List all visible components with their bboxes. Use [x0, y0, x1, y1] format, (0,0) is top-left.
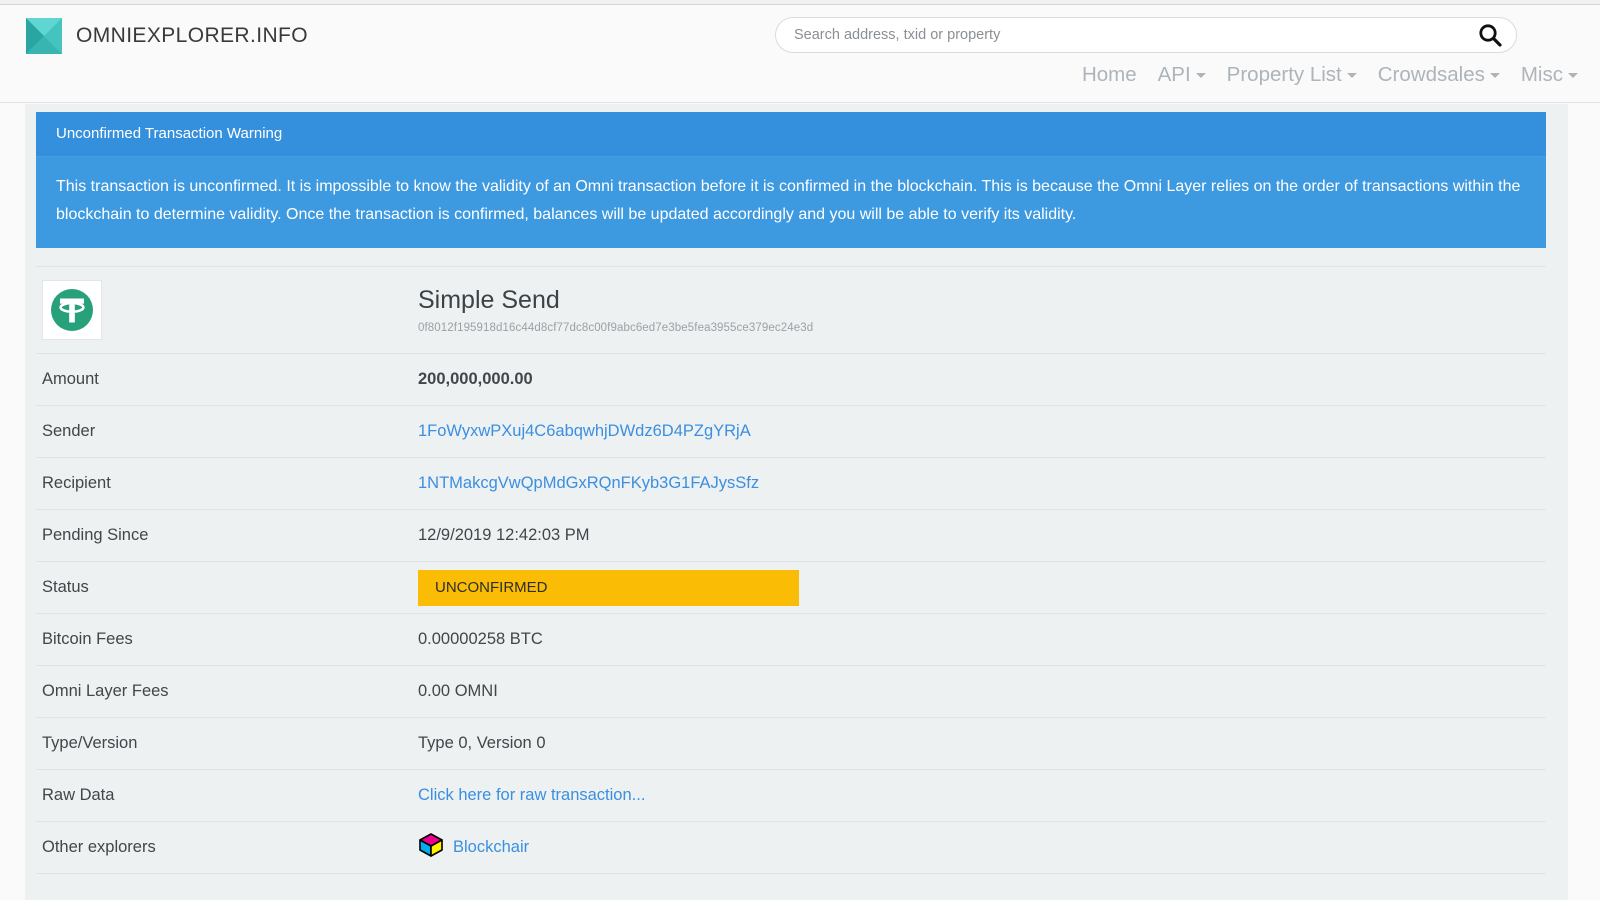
alert-body-text: This transaction is unconfirmed. It is i… [36, 157, 1546, 249]
transaction-header-row: Simple Send 0f8012f195918d16c44d8cf77dc8… [36, 266, 1546, 354]
amount-value: 200,000,000.00 [418, 370, 533, 388]
table-row-omni-layer-fees: Omni Layer Fees 0.00 OMNI [36, 666, 1546, 718]
recipient-address-link[interactable]: 1NTMakcgVwQpMdGxRQnFKyb3G1FAJysSfz [418, 474, 759, 492]
bitcoin-fees-value: 0.00000258 BTC [418, 630, 543, 648]
nav-item-api[interactable]: API [1158, 63, 1206, 87]
transaction-details-card: Simple Send 0f8012f195918d16c44d8cf77dc8… [36, 266, 1546, 874]
nav-label: Property List [1226, 63, 1342, 86]
omni-pyramid-logo-icon [26, 18, 62, 54]
row-label: Type/Version [42, 734, 138, 752]
brand-name: OMNIEXPLORER.INFO [76, 24, 308, 47]
search-icon [1479, 24, 1502, 47]
brand-link[interactable]: OMNIEXPLORER.INFO [26, 18, 308, 54]
row-label: Omni Layer Fees [42, 682, 169, 700]
alert-title: Unconfirmed Transaction Warning [36, 112, 1546, 157]
main-navigation: Home API Property List Crowdsales Misc [1082, 63, 1578, 87]
table-row-other-explorers: Other explorers Blockchair [36, 822, 1546, 874]
chevron-down-icon [1489, 73, 1500, 78]
recipient-value: 1NTMakcgVwQpMdGxRQnFKyb3G1FAJysSfz [418, 474, 1546, 493]
transaction-title-cell: Simple Send 0f8012f195918d16c44d8cf77dc8… [418, 286, 813, 334]
nav-item-misc[interactable]: Misc [1521, 63, 1578, 87]
table-row-raw-data: Raw Data Click here for raw transaction.… [36, 770, 1546, 822]
nav-label: API [1157, 63, 1191, 86]
table-row-pending-since: Pending Since 12/9/2019 12:42:03 PM [36, 510, 1546, 562]
nav-label: Home [1081, 63, 1137, 86]
status-value: UNCONFIRMED [418, 569, 1546, 606]
row-label: Raw Data [42, 786, 115, 804]
search-bar[interactable] [775, 17, 1517, 53]
other-explorers-value: Blockchair [418, 832, 1546, 863]
blockchair-link[interactable]: Blockchair [418, 832, 529, 863]
unconfirmed-transaction-alert: Unconfirmed Transaction Warning This tra… [36, 112, 1546, 249]
nav-item-property-list[interactable]: Property List [1227, 63, 1357, 87]
blockchair-cube-icon [418, 832, 444, 863]
table-row-status: Status UNCONFIRMED [36, 562, 1546, 614]
table-row-recipient: Recipient 1NTMakcgVwQpMdGxRQnFKyb3G1FAJy… [36, 458, 1546, 510]
chevron-down-icon [1195, 73, 1206, 78]
table-row-amount: Amount 200,000,000.00 [36, 354, 1546, 406]
page-title: Simple Send [418, 286, 560, 315]
row-label: Sender [42, 422, 96, 440]
row-label: Amount [42, 370, 99, 388]
pending-since-value: 12/9/2019 12:42:03 PM [418, 526, 590, 544]
sender-address-link[interactable]: 1FoWyxwPXuj4C6abqwhjDWdz6D4PZgYRjA [418, 422, 751, 440]
transaction-hash: 0f8012f195918d16c44d8cf77dc8c00f9abc6ed7… [418, 321, 814, 334]
chevron-down-icon [1568, 73, 1578, 78]
table-row-sender: Sender 1FoWyxwPXuj4C6abqwhjDWdz6D4PZgYRj… [36, 406, 1546, 458]
omni-layer-fees-value: 0.00 OMNI [418, 682, 498, 700]
type-version-value: Type 0, Version 0 [418, 734, 546, 752]
nav-label: Crowdsales [1377, 63, 1485, 86]
row-label: Bitcoin Fees [42, 630, 133, 648]
chevron-down-icon [1346, 73, 1357, 78]
sender-value: 1FoWyxwPXuj4C6abqwhjDWdz6D4PZgYRjA [418, 422, 1546, 441]
row-label: Recipient [42, 474, 111, 492]
nav-label: Misc [1520, 63, 1563, 86]
nav-item-crowdsales[interactable]: Crowdsales [1378, 63, 1500, 87]
raw-data-value: Click here for raw transaction... [418, 786, 1546, 805]
content-container: Unconfirmed Transaction Warning This tra… [25, 104, 1568, 900]
search-button[interactable] [1464, 18, 1516, 52]
row-label: Other explorers [42, 838, 156, 856]
row-label: Status [42, 578, 89, 596]
blockchair-label: Blockchair [453, 838, 530, 856]
status-badge: UNCONFIRMED [418, 569, 799, 606]
row-label: Pending Since [42, 526, 149, 544]
page-body: Unconfirmed Transaction Warning This tra… [0, 104, 1600, 900]
nav-item-home[interactable]: Home [1082, 63, 1137, 87]
table-row-type-version: Type/Version Type 0, Version 0 [36, 718, 1546, 770]
coin-icon-cell [36, 280, 418, 340]
tether-usdt-icon [42, 280, 102, 340]
raw-transaction-link[interactable]: Click here for raw transaction... [418, 786, 645, 804]
site-header: OMNIEXPLORER.INFO Home API Property List… [0, 5, 1600, 103]
table-row-bitcoin-fees: Bitcoin Fees 0.00000258 BTC [36, 614, 1546, 666]
search-input[interactable] [776, 18, 1464, 52]
